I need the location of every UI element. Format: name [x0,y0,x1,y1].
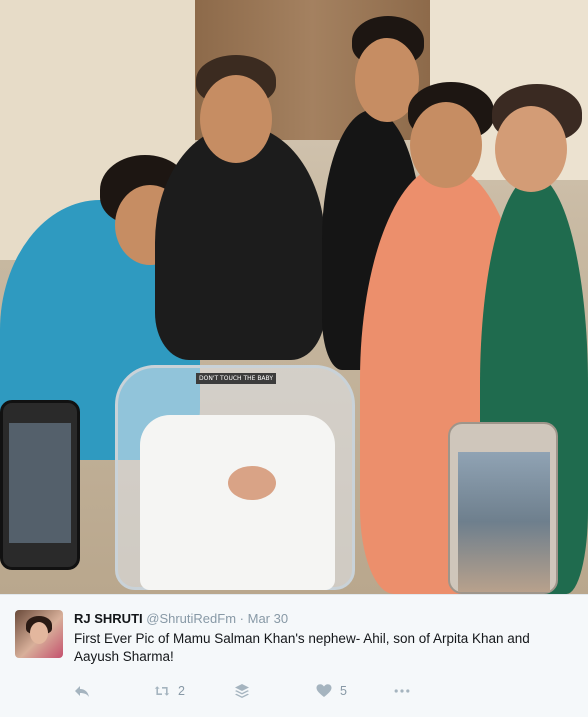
reply-icon [75,686,89,697]
more-button[interactable] [394,681,410,701]
bassinet-tag: DON'T TOUCH THE BABY [196,373,276,384]
tweet-header: RJ SHRUTI @ShrutiRedFm · Mar 30 [74,611,288,626]
photo-person-5-head [495,106,567,192]
tweet-text: First Ever Pic of Mamu Salman Khan's nep… [74,631,530,664]
photo-person-4-head [410,102,482,188]
baby [228,466,276,500]
tweet-date[interactable]: Mar 30 [248,611,288,626]
tweet-photo[interactable]: DON'T TOUCH THE BABY [0,0,588,594]
more-dots-icon [394,689,410,693]
retweet-icon [154,686,170,696]
tweet-actions: 2 5 [74,681,474,701]
retweet-button[interactable]: 2 [154,681,185,701]
retweet-count: 2 [178,684,185,698]
heart-icon [316,684,332,697]
phone-right [448,422,558,594]
reply-button[interactable] [74,681,90,701]
tweet-card: RJ SHRUTI @ShrutiRedFm · Mar 30 First Ev… [0,594,588,717]
author-handle[interactable]: @ShrutiRedFm [146,611,236,626]
author-avatar[interactable] [15,610,63,658]
header-separator: · [239,611,244,626]
like-button[interactable]: 5 [316,681,347,701]
buffer-stack-icon [235,684,249,698]
author-name[interactable]: RJ SHRUTI [74,611,143,626]
phone-left [0,400,80,570]
baby-blanket [140,415,335,590]
like-count: 5 [340,684,347,698]
photo-person-2-head [200,75,272,163]
buffer-button[interactable] [234,681,250,701]
